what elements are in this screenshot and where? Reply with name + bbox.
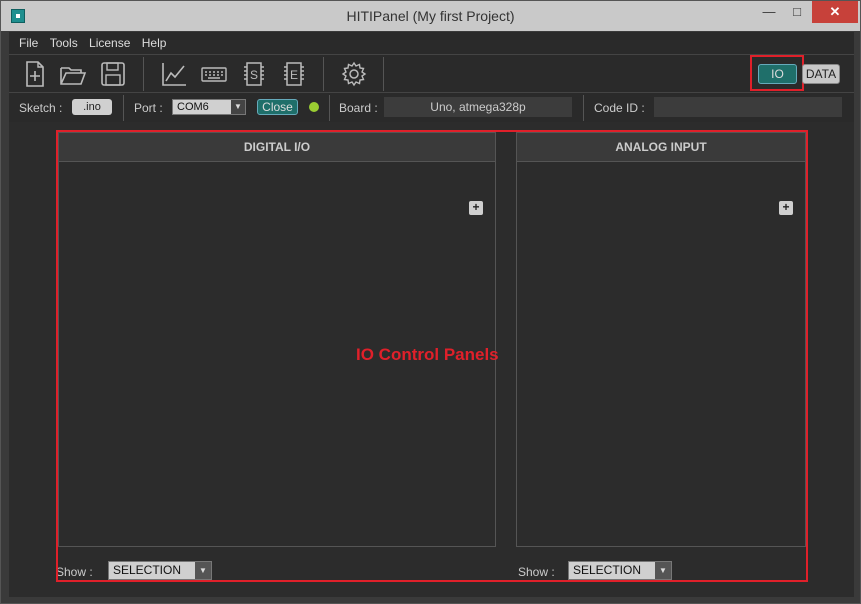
port-value: COM6 <box>177 101 209 113</box>
window-title: HITIPanel (My first Project) <box>346 8 515 24</box>
io-panels-highlight <box>56 130 808 582</box>
sketch-ino-button[interactable]: .ino <box>72 99 112 115</box>
connection-bar: Sketch : .ino Port : COM6 ▼ Close Board … <box>9 92 854 122</box>
app-window: HITIPanel (My first Project) — □ ✕ File … <box>0 0 861 604</box>
board-field: Uno, atmega328p <box>384 97 572 117</box>
codeid-field[interactable] <box>654 97 842 117</box>
chart-icon[interactable] <box>160 60 188 88</box>
toolbar-divider <box>143 57 144 91</box>
divider <box>123 95 124 121</box>
menu-license[interactable]: License <box>85 32 134 54</box>
s-chip-icon[interactable]: S <box>240 60 268 88</box>
close-window-button[interactable]: ✕ <box>812 1 858 23</box>
open-folder-icon[interactable] <box>59 60 87 88</box>
sketch-label: Sketch : <box>19 101 63 115</box>
data-view-button[interactable]: DATA <box>802 64 840 84</box>
divider <box>583 95 584 121</box>
port-select[interactable]: COM6 ▼ <box>172 99 246 115</box>
toolbar: S E IO DATA <box>9 54 854 92</box>
close-port-button[interactable]: Close <box>257 99 298 115</box>
new-file-icon[interactable] <box>21 60 49 88</box>
svg-text:S: S <box>250 68 258 82</box>
chevron-down-icon: ▼ <box>231 100 245 114</box>
menu-file[interactable]: File <box>9 32 42 54</box>
svg-text:E: E <box>290 68 298 82</box>
toolbar-divider <box>383 57 384 91</box>
board-label: Board : <box>339 101 378 115</box>
connection-status-led <box>309 102 319 112</box>
menu-tools[interactable]: Tools <box>46 32 82 54</box>
codeid-label: Code ID : <box>594 101 645 115</box>
port-label: Port : <box>134 101 163 115</box>
io-panels-area: DIGITAL I/O + ANALOG INPUT + IO Control … <box>9 122 854 597</box>
io-view-button[interactable]: IO <box>758 64 797 84</box>
settings-gear-icon[interactable] <box>340 60 368 88</box>
save-icon[interactable] <box>99 60 127 88</box>
menu-bar: File Tools License Help <box>9 32 854 54</box>
menu-help[interactable]: Help <box>138 32 171 54</box>
minimize-button[interactable]: — <box>756 1 782 23</box>
toolbar-divider <box>323 57 324 91</box>
keyboard-icon[interactable] <box>200 60 228 88</box>
maximize-button[interactable]: □ <box>784 1 810 23</box>
divider <box>329 95 330 121</box>
e-chip-icon[interactable]: E <box>280 60 308 88</box>
title-bar: HITIPanel (My first Project) — □ ✕ <box>1 1 860 31</box>
